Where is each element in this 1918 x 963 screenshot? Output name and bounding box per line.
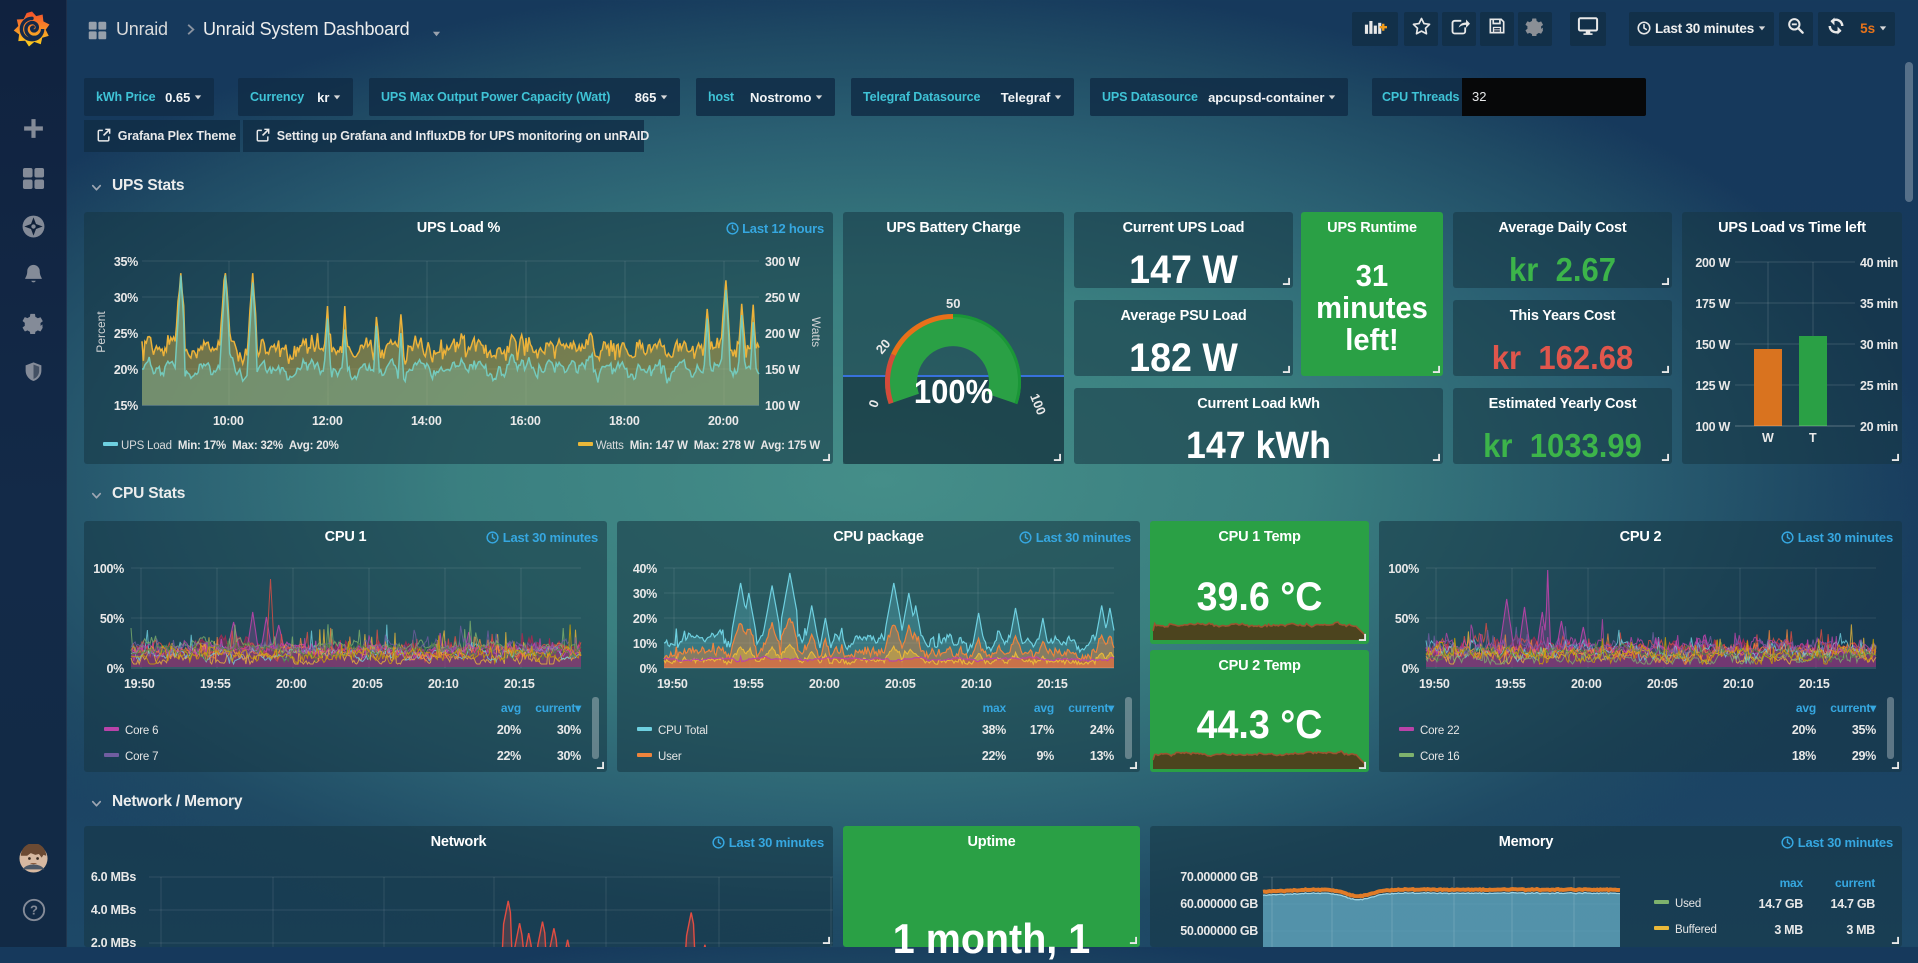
svg-text:?: ? bbox=[30, 903, 38, 918]
svg-text:50: 50 bbox=[946, 296, 960, 311]
svg-text:20: 20 bbox=[873, 336, 894, 357]
